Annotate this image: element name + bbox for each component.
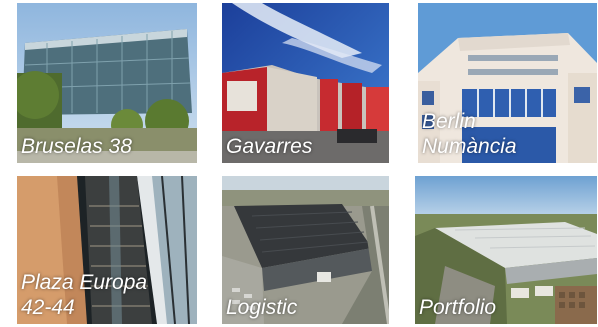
property-tile-plaza-europa-42-44[interactable]: Plaza Europa 42-44 xyxy=(17,176,197,324)
tile-caption: Bruselas 38 xyxy=(21,135,132,158)
tile-caption: Berlin Numància xyxy=(422,110,517,158)
tile-caption: Plaza Europa 42-44 xyxy=(21,271,148,319)
property-tile-gavarres[interactable]: Gavarres xyxy=(222,3,389,163)
tile-caption: Logistic xyxy=(226,296,298,319)
tile-caption: Gavarres xyxy=(226,135,313,158)
tile-caption: Portfolio xyxy=(419,296,497,319)
property-tile-bruselas-38[interactable]: Bruselas 38 xyxy=(17,3,197,163)
property-tile-portfolio[interactable]: Portfolio xyxy=(415,176,597,324)
property-tile-logistic[interactable]: Logistic xyxy=(222,176,389,324)
property-tile-berlin-numancia[interactable]: Berlin Numància xyxy=(418,3,597,163)
